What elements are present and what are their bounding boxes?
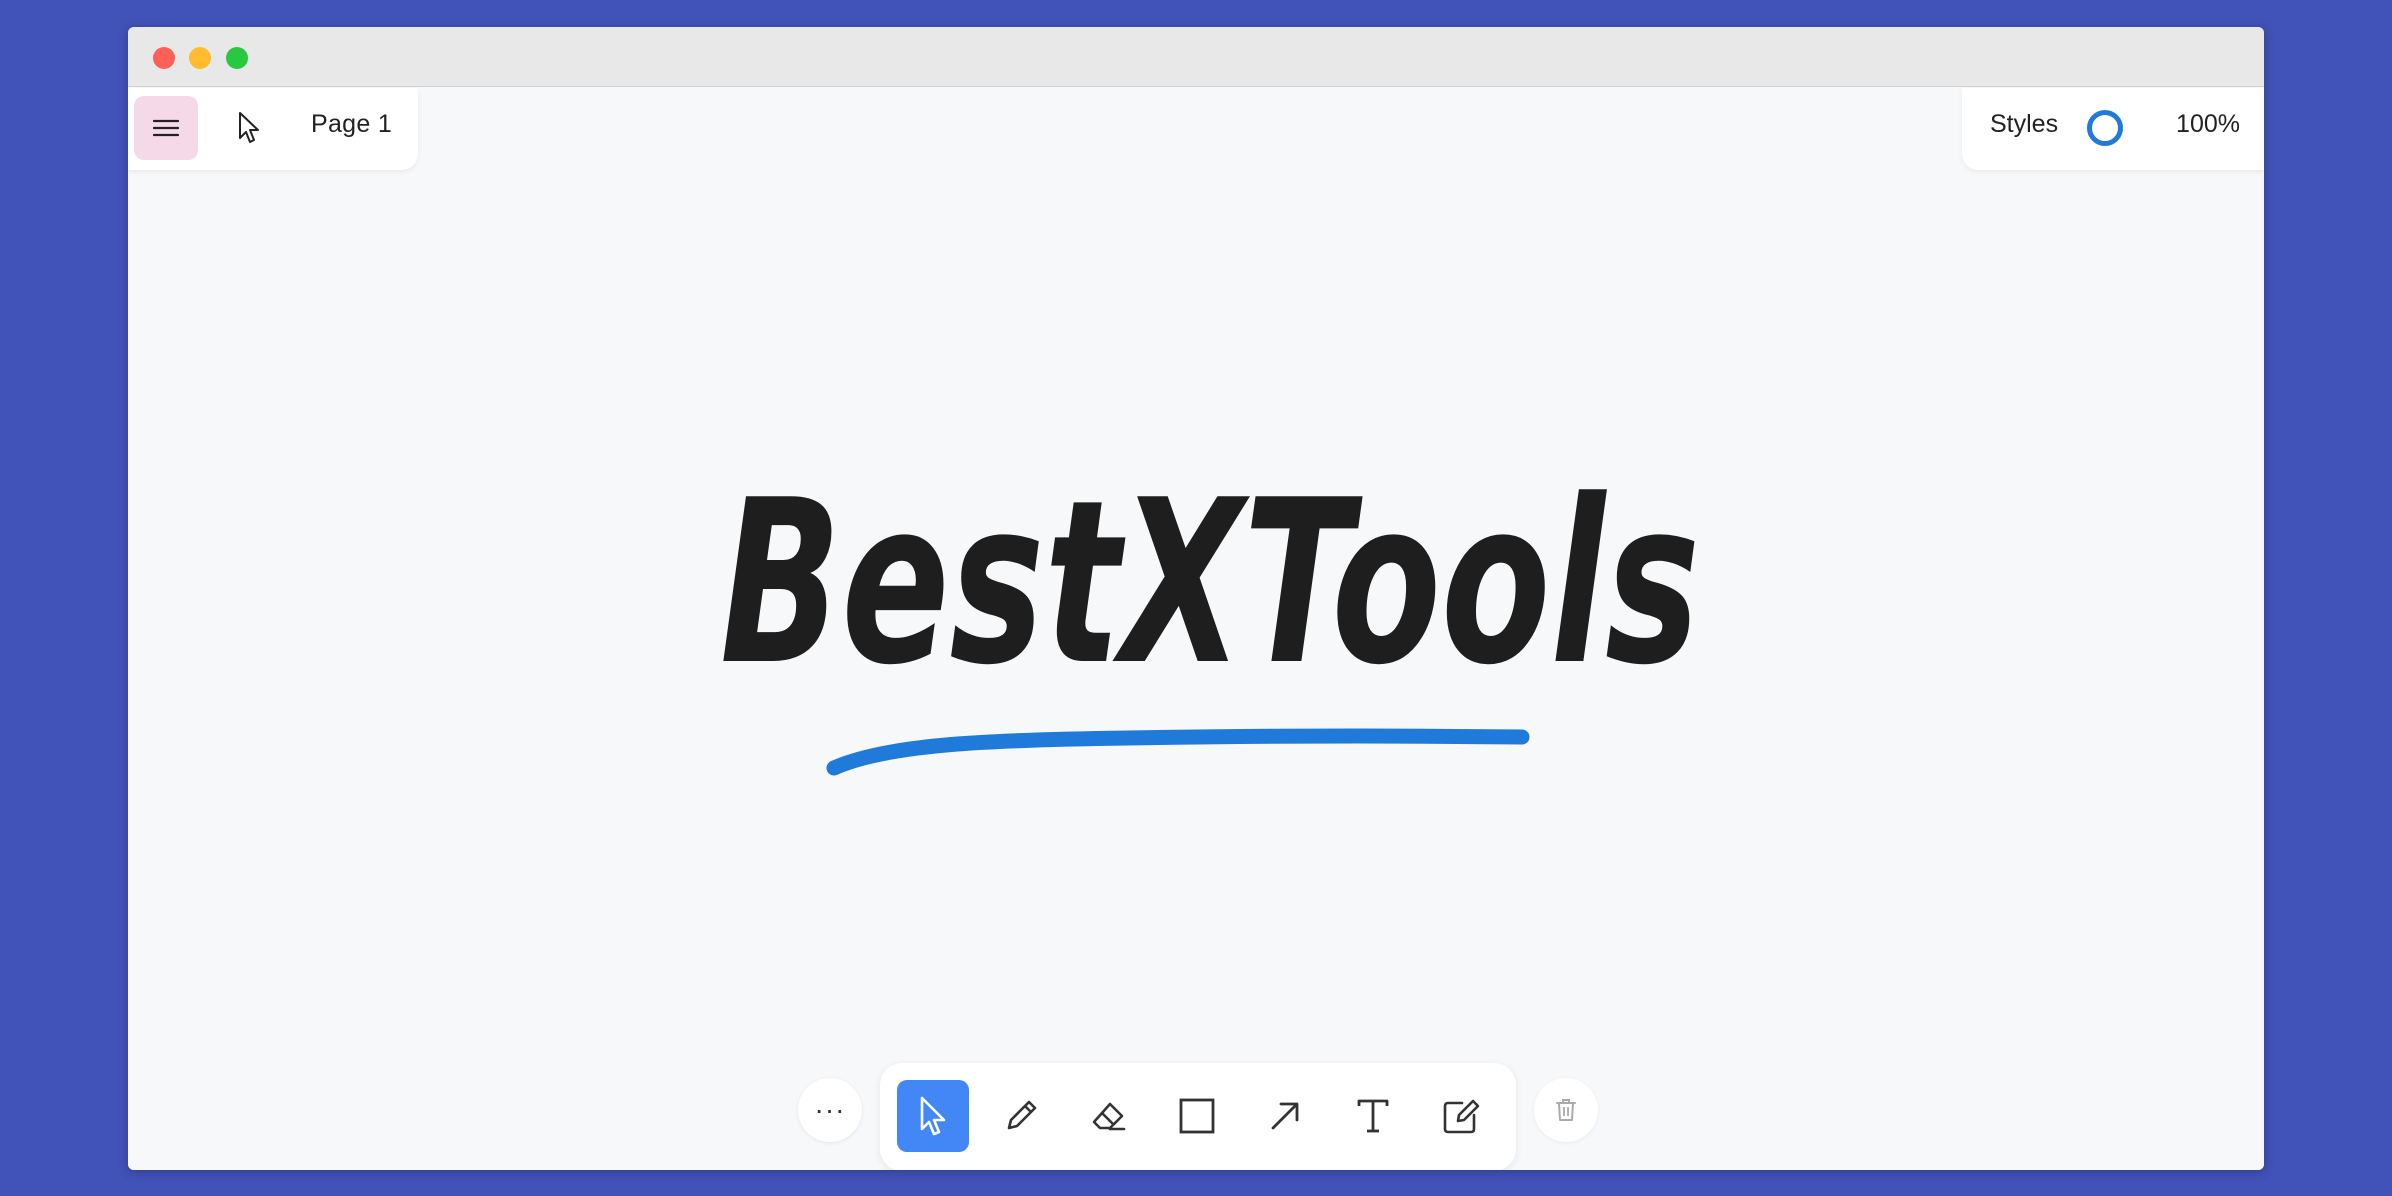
tool-bar	[880, 1063, 1516, 1170]
eraser-tool-button[interactable]	[1073, 1080, 1145, 1152]
rectangle-icon	[1179, 1098, 1215, 1134]
select-tool-button[interactable]	[897, 1080, 969, 1152]
eraser-icon	[1092, 1102, 1126, 1131]
drawing-canvas[interactable]: Page 1 Styles 100% BestXTools ···	[128, 88, 2264, 1170]
arrow-tool-button[interactable]	[1249, 1080, 1321, 1152]
select-arrow-icon	[920, 1096, 946, 1136]
note-edit-icon	[1443, 1099, 1480, 1134]
drawn-text[interactable]: BestXTools	[720, 452, 1700, 715]
drawn-underline[interactable]	[826, 728, 1530, 776]
note-tool-button[interactable]	[1425, 1080, 1497, 1152]
close-window-button[interactable]	[153, 47, 175, 69]
delete-button[interactable]	[1534, 1078, 1598, 1142]
title-bar	[128, 27, 2264, 87]
text-icon	[1357, 1099, 1389, 1133]
draw-tool-button[interactable]	[985, 1080, 1057, 1152]
app-window: Page 1 Styles 100% BestXTools ···	[128, 27, 2264, 1170]
text-tool-button[interactable]	[1337, 1080, 1409, 1152]
rectangle-tool-button[interactable]	[1161, 1080, 1233, 1152]
drawing-layer: BestXTools	[720, 452, 1700, 776]
pencil-icon	[1007, 1100, 1037, 1130]
more-options-button[interactable]: ···	[798, 1078, 862, 1142]
trash-icon	[1556, 1099, 1576, 1121]
minimize-window-button[interactable]	[189, 47, 211, 69]
maximize-window-button[interactable]	[226, 47, 248, 69]
arrow-icon	[1271, 1102, 1299, 1130]
